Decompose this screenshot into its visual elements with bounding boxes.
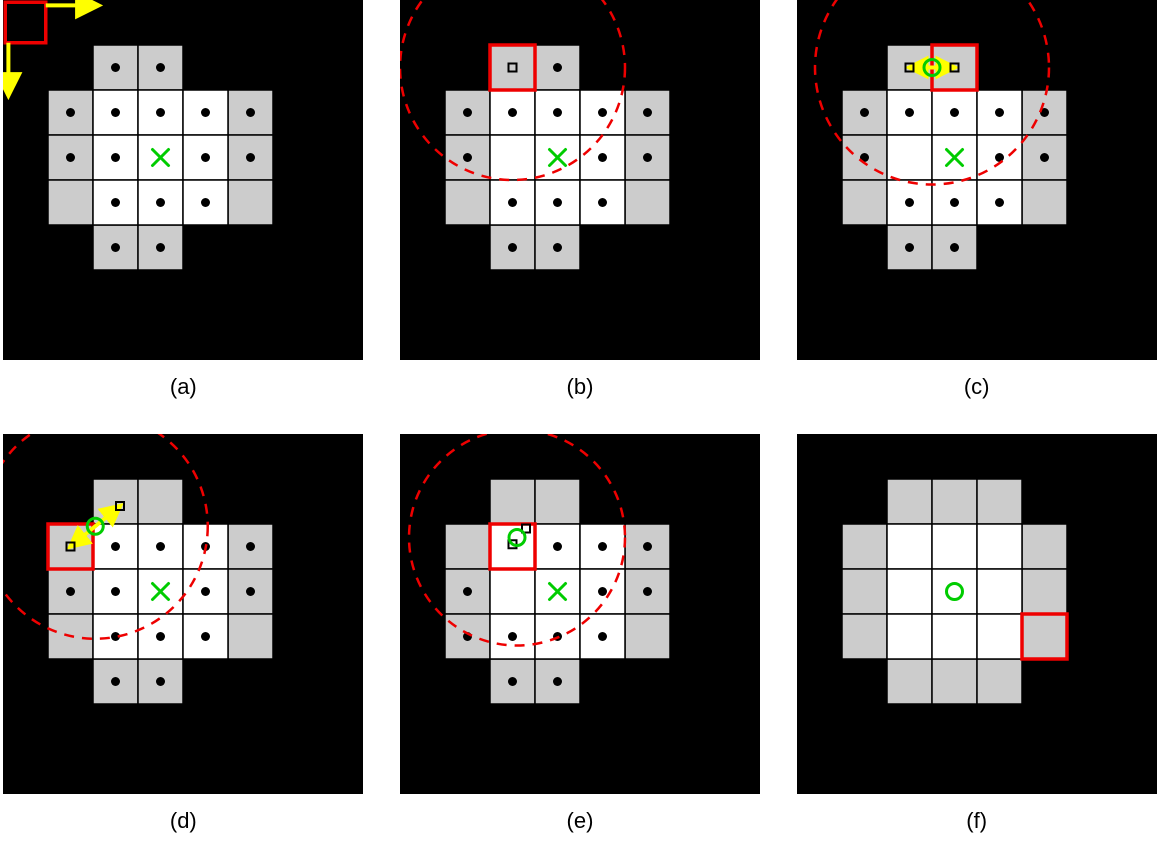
panel-svg (797, 0, 1157, 360)
caption-b: (b) (567, 374, 594, 400)
panel-a: (a) (0, 0, 367, 424)
panel-svg (3, 434, 363, 794)
caption-c: (c) (964, 374, 990, 400)
caption-a: (a) (170, 374, 197, 400)
caption-e: (e) (567, 808, 594, 834)
panel-svg (3, 0, 363, 360)
panel-c: (c) (793, 0, 1160, 424)
figure-grid: (a) (b) (c) (d) (e) (f) (0, 0, 1160, 857)
panel-b: (b) (397, 0, 764, 424)
panel-d: (d) (0, 434, 367, 857)
panel-e: (e) (397, 434, 764, 857)
panel-f: (f) (793, 434, 1160, 857)
panel-svg (400, 0, 760, 360)
panel-svg (400, 434, 760, 794)
caption-d: (d) (170, 808, 197, 834)
panel-svg (797, 434, 1157, 794)
caption-f: (f) (966, 808, 987, 834)
